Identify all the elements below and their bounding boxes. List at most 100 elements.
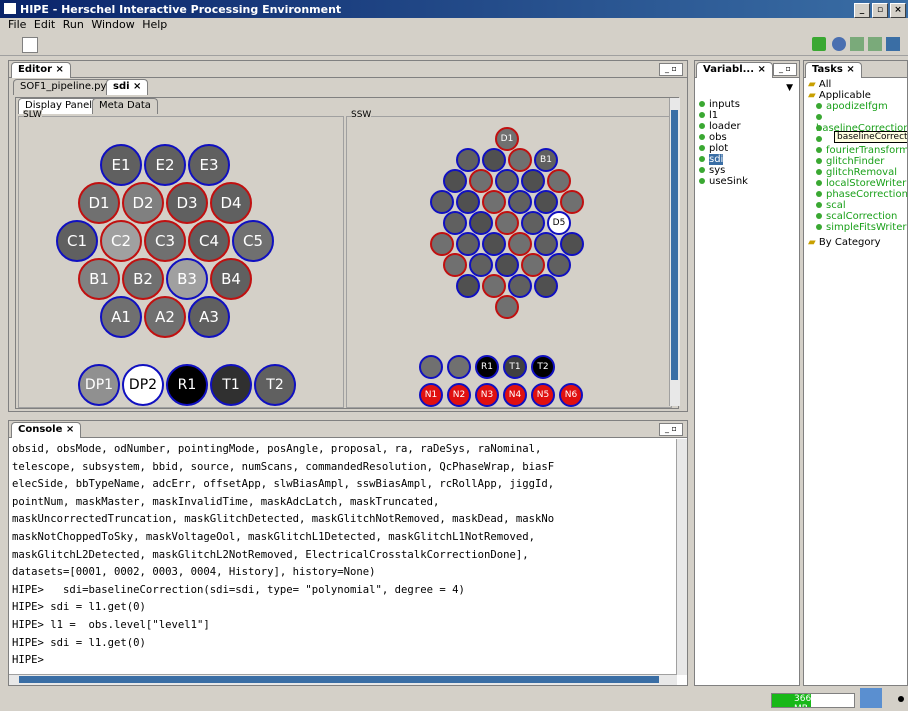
ssw-dark-detector[interactable]: T1 bbox=[503, 355, 527, 379]
ssw-detector[interactable]: D5 bbox=[547, 211, 571, 235]
memory-indicator[interactable]: 366 of 782 MB bbox=[771, 693, 855, 708]
ssw-detector[interactable] bbox=[534, 232, 558, 256]
slw-detector-c5[interactable]: C5 bbox=[232, 220, 274, 262]
menu-help[interactable]: Help bbox=[142, 18, 167, 32]
ssw-detector-n6[interactable]: N6 bbox=[559, 383, 583, 407]
task-item[interactable] bbox=[816, 123, 826, 134]
console-vscrollbar[interactable] bbox=[676, 439, 687, 675]
layout-icon[interactable] bbox=[868, 37, 882, 51]
slw-dark-dp1[interactable]: DP1 bbox=[78, 364, 120, 406]
garbage-collect-icon[interactable] bbox=[860, 688, 882, 708]
ssw-detector[interactable] bbox=[495, 169, 519, 193]
ssw-detector-n4[interactable]: N4 bbox=[503, 383, 527, 407]
variable-item-usesink[interactable]: useSink bbox=[699, 176, 748, 187]
slw-detector-c2[interactable]: C2 bbox=[100, 220, 142, 262]
maximize-button[interactable]: ▫ bbox=[872, 3, 888, 18]
ssw-detector[interactable] bbox=[456, 232, 480, 256]
ssw-detector[interactable] bbox=[560, 232, 584, 256]
slw-detector-a3[interactable]: A3 bbox=[188, 296, 230, 338]
console-hscrollbar[interactable] bbox=[9, 674, 677, 685]
ssw-detector[interactable] bbox=[430, 190, 454, 214]
task-item[interactable]: localStoreWriter bbox=[816, 178, 906, 189]
menu-run[interactable]: Run bbox=[63, 18, 84, 32]
tab-console[interactable]: Console × bbox=[11, 422, 82, 438]
perspective-icon[interactable] bbox=[850, 37, 864, 51]
variable-item-sdi[interactable]: sdi bbox=[699, 154, 724, 165]
variables-minmax-icon[interactable]: _ ▫ bbox=[773, 63, 797, 76]
ssw-detector[interactable] bbox=[469, 211, 493, 235]
scrollbar-thumb[interactable] bbox=[671, 110, 678, 380]
ssw-detector-n5[interactable]: N5 bbox=[531, 383, 555, 407]
ssw-dark-detector[interactable] bbox=[447, 355, 471, 379]
slw-detector-c4[interactable]: C4 bbox=[188, 220, 230, 262]
ssw-detector[interactable] bbox=[456, 148, 480, 172]
ssw-dark-detector[interactable]: R1 bbox=[475, 355, 499, 379]
tab-editor[interactable]: Editor × bbox=[11, 62, 71, 78]
slw-dark-t1[interactable]: T1 bbox=[210, 364, 252, 406]
close-button[interactable]: × bbox=[890, 3, 906, 18]
tab-sof1-pipeline[interactable]: SOF1_pipeline.py bbox=[13, 79, 114, 95]
task-item[interactable]: phaseCorrection bbox=[816, 189, 907, 200]
ssw-detector-n2[interactable]: N2 bbox=[447, 383, 471, 407]
slw-detector-d2[interactable]: D2 bbox=[122, 182, 164, 224]
slw-detector-b4[interactable]: B4 bbox=[210, 258, 252, 300]
variable-item-l1[interactable]: l1 bbox=[699, 110, 718, 121]
tasks-by-category-node[interactable]: ▰ By Category bbox=[808, 237, 881, 248]
ssw-detector[interactable] bbox=[443, 211, 467, 235]
ssw-detector[interactable]: B1 bbox=[534, 148, 558, 172]
ssw-dark-detector[interactable] bbox=[419, 355, 443, 379]
slw-detector-e1[interactable]: E1 bbox=[100, 144, 142, 186]
slw-dark-t2[interactable]: T2 bbox=[254, 364, 296, 406]
variable-item-plot[interactable]: plot bbox=[699, 143, 728, 154]
slw-detector-d3[interactable]: D3 bbox=[166, 182, 208, 224]
search-icon[interactable] bbox=[832, 37, 846, 51]
task-item[interactable]: fourierTransform bbox=[816, 145, 907, 156]
minimize-button[interactable]: _ bbox=[854, 3, 870, 18]
view-menu-icon[interactable]: ▼ bbox=[786, 83, 793, 93]
tab-tasks[interactable]: Tasks × bbox=[805, 62, 862, 78]
ssw-detector-n1[interactable]: N1 bbox=[419, 383, 443, 407]
ssw-detector[interactable] bbox=[508, 274, 532, 298]
slw-dark-r1[interactable]: R1 bbox=[166, 364, 208, 406]
ssw-detector[interactable] bbox=[495, 211, 519, 235]
task-item[interactable]: glitchRemoval bbox=[816, 167, 897, 178]
variable-item-obs[interactable]: obs bbox=[699, 132, 727, 143]
ssw-detector[interactable] bbox=[508, 148, 532, 172]
ssw-detector[interactable] bbox=[521, 211, 545, 235]
menu-edit[interactable]: Edit bbox=[34, 18, 55, 32]
ssw-detector[interactable] bbox=[469, 169, 493, 193]
ssw-detector[interactable] bbox=[534, 274, 558, 298]
slw-detector-c1[interactable]: C1 bbox=[56, 220, 98, 262]
home-icon[interactable] bbox=[812, 37, 826, 51]
tasks-all-node[interactable]: ▰ All bbox=[808, 79, 831, 90]
ssw-detector[interactable] bbox=[495, 295, 519, 319]
tab-sdi[interactable]: sdi × bbox=[106, 79, 149, 95]
ssw-detector[interactable] bbox=[534, 190, 558, 214]
tab-meta-data[interactable]: Meta Data bbox=[92, 98, 158, 114]
ssw-detector[interactable] bbox=[482, 274, 506, 298]
variable-item-inputs[interactable]: inputs bbox=[699, 99, 740, 110]
task-item[interactable]: glitchFinder bbox=[816, 156, 884, 167]
ssw-detector[interactable] bbox=[443, 253, 467, 277]
variable-item-loader[interactable]: loader bbox=[699, 121, 741, 132]
slw-detector-e3[interactable]: E3 bbox=[188, 144, 230, 186]
editor-scrollbar[interactable] bbox=[669, 98, 680, 406]
slw-detector-a2[interactable]: A2 bbox=[144, 296, 186, 338]
menu-window[interactable]: Window bbox=[91, 18, 134, 32]
ssw-detector[interactable] bbox=[482, 232, 506, 256]
tasks-applicable-node[interactable]: ▰ Applicable bbox=[808, 90, 871, 101]
ssw-detector[interactable] bbox=[430, 232, 454, 256]
tab-variables[interactable]: Variabl... × bbox=[696, 62, 773, 78]
ssw-detector[interactable] bbox=[508, 232, 532, 256]
slw-detector-c3[interactable]: C3 bbox=[144, 220, 186, 262]
ssw-detector[interactable] bbox=[469, 253, 493, 277]
ssw-detector[interactable] bbox=[547, 169, 571, 193]
minimize-maximize-icon[interactable]: _ ▫ bbox=[659, 63, 683, 76]
slw-detector-b2[interactable]: B2 bbox=[122, 258, 164, 300]
ssw-detector[interactable] bbox=[521, 253, 545, 277]
ssw-detector[interactable] bbox=[508, 190, 532, 214]
slw-detector-d4[interactable]: D4 bbox=[210, 182, 252, 224]
ssw-detector[interactable] bbox=[482, 148, 506, 172]
slw-detector-b1[interactable]: B1 bbox=[78, 258, 120, 300]
console-minmax-icon[interactable]: _ ▫ bbox=[659, 423, 683, 436]
